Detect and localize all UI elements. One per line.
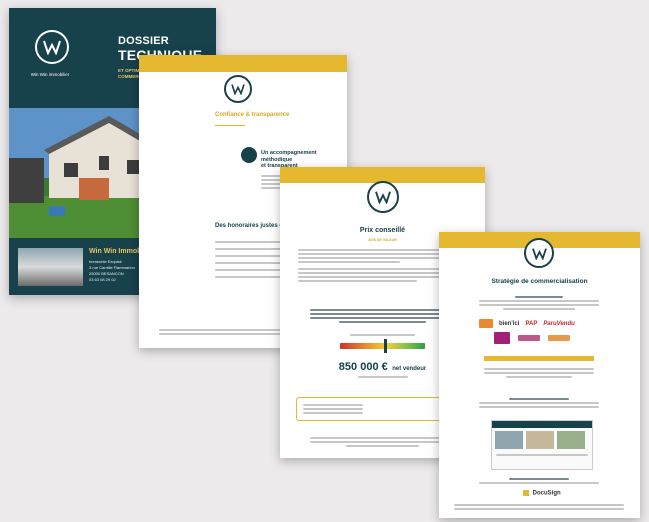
strategie-page: Stratégie de commercialisation bien'ici …: [439, 232, 640, 518]
brand-name: Win Win immobilier: [30, 72, 70, 77]
brand-logo-icon: [35, 30, 69, 64]
intro-text: [479, 294, 599, 312]
accomp-line: Un accompagnement: [261, 150, 317, 156]
docusign-logo: DocuSign: [523, 490, 561, 497]
portal-logo-paruvendu: ParuVendu: [543, 320, 575, 327]
brand-logo-icon: [224, 75, 252, 103]
method-text: [310, 307, 455, 325]
agency-interior-photo: [18, 248, 83, 286]
docusign-label: DocuSign: [532, 490, 561, 497]
title-line-1: DOSSIER: [118, 35, 169, 47]
handshake-icon: [241, 147, 257, 163]
docusign-icon: [523, 490, 529, 496]
portal-logo-bienici: bien'ici: [499, 320, 520, 327]
divider: [215, 125, 245, 126]
partner-logo: [494, 332, 510, 344]
brand-logo-icon: [524, 238, 554, 268]
brand-logo-icon: [367, 181, 399, 213]
section-heading: Confiance & transparence: [215, 112, 290, 118]
portal-logos: bien'ici PAP ParuVendu: [479, 319, 609, 328]
gold-header-bar: [139, 55, 347, 72]
partner-logos: [494, 332, 570, 344]
footer-text: [454, 502, 624, 512]
price-note: net vendeur: [392, 366, 427, 372]
partner-logo: [548, 335, 570, 341]
promo-text: [484, 366, 594, 380]
partner-logo: [518, 335, 540, 341]
highlight-banner: [484, 356, 594, 361]
price-detail: [358, 374, 408, 380]
website-screenshot: [491, 420, 593, 470]
offer-text: [479, 476, 599, 486]
visit-text: [479, 396, 599, 410]
address-line: 03 63 08 29 02: [89, 277, 116, 282]
page-title: Stratégie de commercialisation: [491, 278, 588, 285]
agency-address: Immeuble Exquisé 3 rue Camille Flammario…: [89, 259, 135, 283]
portal-logo-pap: PAP: [525, 320, 538, 327]
portal-logo: [479, 319, 493, 328]
gauge-label: [350, 332, 415, 338]
price-gauge: [340, 343, 425, 349]
footer-text: [310, 435, 455, 449]
price-amount: 850 000 €: [338, 361, 388, 373]
gauge-needle: [384, 339, 387, 353]
brand-label: Win Win immobilier: [25, 72, 75, 77]
